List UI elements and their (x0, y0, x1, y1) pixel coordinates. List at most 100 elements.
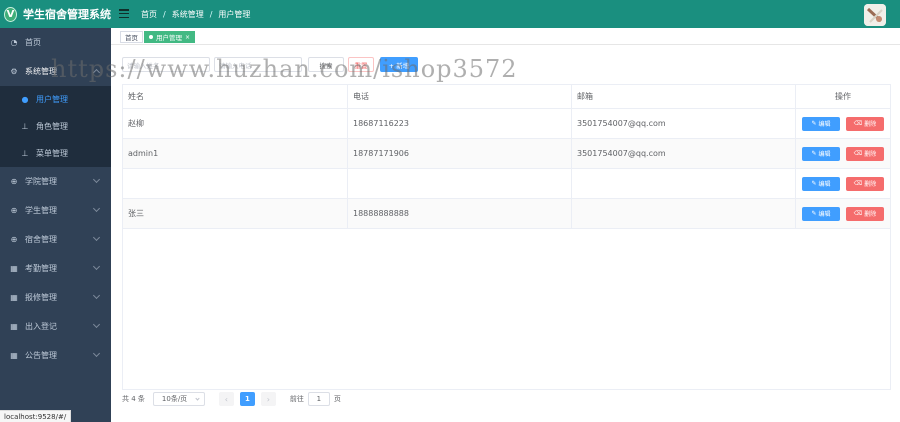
table-header-row: 姓名 电话 邮箱 操作 (123, 85, 890, 109)
add-button[interactable]: + 新增 (380, 57, 418, 72)
app-logo: V (4, 6, 17, 22)
delete-label: 删除 (864, 181, 877, 188)
sidebar-item-dorm[interactable]: ⊕ 宿舍管理 (0, 225, 111, 254)
column-header-name: 姓名 (123, 85, 348, 108)
sidebar-item-label: 用户管理 (36, 95, 68, 104)
tag-label: 用户管理 (156, 34, 182, 42)
submenu-system: ● 用户管理 ⊥ 角色管理 ⊥ 菜单管理 (0, 86, 111, 167)
page-number-current[interactable]: 1 (239, 392, 255, 406)
chevron-down-icon (92, 175, 101, 184)
search-button[interactable]: 搜索 (308, 57, 344, 72)
trash-icon: ⌫ (853, 180, 863, 187)
grid-icon: ▦ (10, 264, 18, 273)
goto-label: 前往 (289, 395, 304, 403)
grid-icon: ▦ (10, 351, 18, 360)
app-title: 学生宿舍管理系统 (23, 8, 111, 21)
delete-button[interactable]: ⌫ 删除 (846, 176, 884, 191)
delete-button[interactable]: ⌫ 删除 (846, 116, 884, 131)
user-table: 姓名 电话 邮箱 操作 赵柳 18687116223 3501754007@qq… (122, 84, 891, 390)
column-header-email: 邮箱 (572, 85, 796, 108)
phone-search-input[interactable]: 请输入电话 (214, 57, 302, 72)
prev-page-button[interactable]: ‹ (218, 392, 234, 406)
sidebar-item-role-management[interactable]: ⊥ 角色管理 (0, 113, 111, 140)
sidebar-item-label: 出入登记 (25, 322, 57, 331)
cell-phone: 18687116223 (348, 109, 572, 138)
edit-button[interactable]: ✎ 编辑 (802, 206, 840, 221)
brand[interactable]: V 学生宿舍管理系统 (0, 0, 111, 28)
cell-phone: 18888888888 (348, 199, 572, 228)
reset-button[interactable]: 重置 (348, 57, 374, 72)
sidebar-item-user-management[interactable]: ● 用户管理 (0, 86, 111, 113)
breadcrumb-item-home[interactable]: 首页 (141, 9, 157, 20)
chevron-down-icon (92, 233, 101, 242)
user-icon: ● (21, 95, 29, 104)
delete-button[interactable]: ⌫ 删除 (846, 206, 884, 221)
pencil-icon: ✎ (811, 180, 817, 187)
cell-actions: ✎ 编辑 ⌫ 删除 (796, 199, 890, 228)
cell-name: 张三 (123, 199, 348, 228)
page-suffix: 页 (333, 395, 341, 403)
avatar[interactable] (864, 4, 886, 26)
plus-circle-icon: ⊕ (10, 177, 18, 186)
cell-email (572, 169, 796, 198)
chevron-down-icon (92, 320, 101, 329)
chevron-down-icon (92, 291, 101, 300)
tag-label: 首页 (125, 34, 138, 42)
close-icon[interactable]: × (185, 34, 190, 41)
edit-button[interactable]: ✎ 编辑 (802, 176, 840, 191)
tag-user-management[interactable]: 用户管理 × (144, 31, 196, 43)
cell-actions: ✎ 编辑 ⌫ 删除 (796, 109, 890, 138)
sidebar: ◔ 首页 ⚙ 系统管理 ● 用户管理 ⊥ 角色管理 ⊥ 菜单管理 ⊕ 学院管理 … (0, 28, 111, 422)
status-url: localhost:9528/#/ (0, 410, 72, 422)
chevron-down-icon (195, 396, 200, 401)
sidebar-item-notice[interactable]: ▦ 公告管理 (0, 341, 111, 370)
trash-icon: ⌫ (853, 210, 863, 217)
page-size-select[interactable]: 10条/页 (152, 392, 205, 406)
sidebar-item-home[interactable]: ◔ 首页 (0, 28, 111, 57)
edit-label: 编辑 (818, 181, 831, 188)
delete-button[interactable]: ⌫ 删除 (846, 146, 884, 161)
edit-button[interactable]: ✎ 编辑 (802, 146, 840, 161)
sidebar-item-student[interactable]: ⊕ 学生管理 (0, 196, 111, 225)
sidebar-item-label: 报修管理 (25, 293, 57, 302)
grid-icon: ▦ (10, 293, 18, 302)
edit-button[interactable]: ✎ 编辑 (802, 116, 840, 131)
sidebar-item-label: 宿舍管理 (25, 235, 57, 244)
top-navbar: V 学生宿舍管理系统 首页 / 系统管理 / 用户管理 (0, 0, 900, 28)
sidebar-item-college[interactable]: ⊕ 学院管理 (0, 167, 111, 196)
next-page-button[interactable]: › (260, 392, 276, 406)
cell-phone (348, 169, 572, 198)
plus-circle-icon: ⊕ (10, 206, 18, 215)
name-search-input[interactable]: 请输入姓名 (122, 57, 210, 72)
sidebar-item-label: 学院管理 (25, 177, 57, 186)
edit-label: 编辑 (818, 121, 831, 128)
cell-email (572, 199, 796, 228)
pencil-icon: ✎ (811, 120, 817, 127)
delete-label: 删除 (864, 151, 877, 158)
sidebar-item-label: 学生管理 (25, 206, 57, 215)
edit-label: 编辑 (818, 151, 831, 158)
table-row: 赵柳 18687116223 3501754007@qq.com ✎ 编辑 ⌫ 删除 (123, 109, 890, 139)
sidebar-item-attendance[interactable]: ▦ 考勤管理 (0, 254, 111, 283)
cell-actions: ✎ 编辑 ⌫ 删除 (796, 139, 890, 168)
sidebar-item-label: 系统管理 (25, 67, 57, 76)
sidebar-item-access[interactable]: ▦ 出入登记 (0, 312, 111, 341)
search-form: 请输入姓名 请输入电话 搜索 重置 + 新增 (122, 57, 418, 72)
plus-circle-icon: ⊕ (10, 235, 18, 244)
pencil-icon: ✎ (811, 210, 817, 217)
active-dot-icon (149, 35, 153, 39)
goto-page-input[interactable]: 1 (307, 392, 330, 406)
dashboard-icon: ◔ (10, 38, 18, 47)
sidebar-item-repair[interactable]: ▦ 报修管理 (0, 283, 111, 312)
sidebar-item-menu-management[interactable]: ⊥ 菜单管理 (0, 140, 111, 167)
hamburger-icon[interactable] (119, 9, 129, 18)
tag-home[interactable]: 首页 (120, 31, 143, 43)
cell-actions: ✎ 编辑 ⌫ 删除 (796, 169, 890, 198)
sidebar-item-label: 角色管理 (36, 122, 68, 131)
sidebar-item-system[interactable]: ⚙ 系统管理 (0, 57, 111, 86)
breadcrumb-item-system[interactable]: 系统管理 (172, 9, 204, 20)
delete-label: 删除 (864, 211, 877, 218)
tree-icon: ⊥ (21, 122, 29, 131)
chevron-down-icon (92, 204, 101, 213)
delete-label: 删除 (864, 121, 877, 128)
